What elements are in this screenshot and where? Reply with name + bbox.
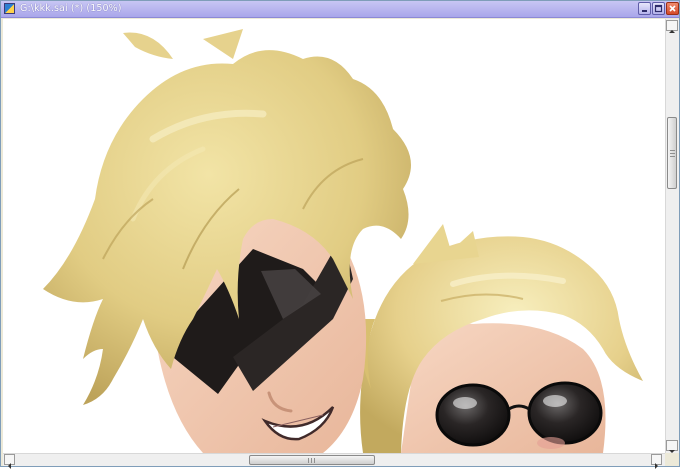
horizontal-scrollbar[interactable] <box>3 453 665 469</box>
scrollbar-corner <box>665 453 679 466</box>
horizontal-scroll-thumb[interactable] <box>249 455 375 465</box>
minimize-button[interactable] <box>638 2 651 15</box>
close-button[interactable] <box>666 2 679 15</box>
maximize-icon <box>654 4 663 13</box>
vertical-scroll-thumb[interactable] <box>667 117 677 189</box>
close-icon <box>669 5 676 12</box>
arrow-up-icon <box>669 30 675 33</box>
window-title: G:\kkk.sai (*) (150%) <box>20 3 122 14</box>
scroll-left-button[interactable] <box>4 454 15 469</box>
thumb-grip <box>670 153 675 154</box>
arrow-left-icon <box>8 463 11 469</box>
sai-document-window: G:\kkk.sai (*) (150%) <box>0 0 680 469</box>
maximize-button[interactable] <box>652 2 665 15</box>
thumb-grip <box>670 156 675 157</box>
minimize-icon <box>642 10 647 12</box>
scroll-up-button[interactable] <box>666 20 678 33</box>
scroll-right-button[interactable] <box>651 454 662 469</box>
scroll-down-button[interactable] <box>666 440 678 453</box>
character-round-shades <box>353 224 643 453</box>
thumb-grip <box>311 458 312 463</box>
thumb-grip <box>670 150 675 151</box>
thumb-grip <box>314 458 315 463</box>
drawing-canvas[interactable] <box>3 19 665 453</box>
thumb-grip <box>308 458 309 463</box>
artwork-illustration <box>43 29 643 453</box>
sai-app-icon[interactable] <box>4 3 15 14</box>
arrow-right-icon <box>655 463 658 469</box>
vertical-scrollbar[interactable] <box>665 19 679 453</box>
title-bar[interactable]: G:\kkk.sai (*) (150%) <box>1 1 679 18</box>
character-pointed-shades <box>43 29 411 453</box>
